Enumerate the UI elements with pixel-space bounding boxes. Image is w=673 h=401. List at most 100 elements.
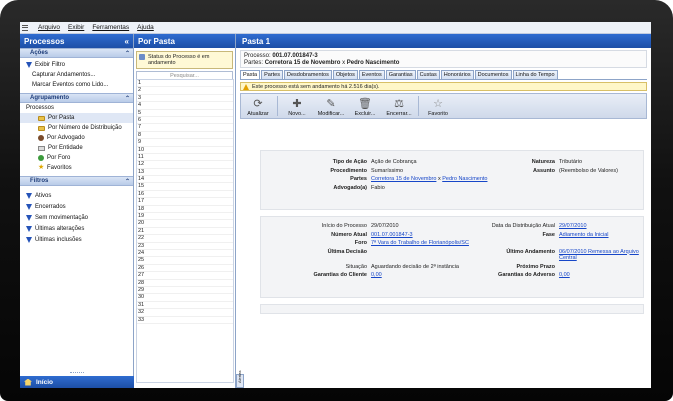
section-acoes-title: Ações — [30, 50, 49, 56]
folder-list-item[interactable]: 26 — [137, 265, 233, 273]
tab-objetos[interactable]: Objetos — [332, 70, 358, 79]
group-por-pasta[interactable]: Por Pasta — [20, 113, 133, 123]
filter-sem-movimentacao[interactable]: Sem movimentação — [20, 212, 133, 223]
folder-list-item[interactable]: 27 — [137, 272, 233, 280]
garantias-cliente-value[interactable]: 0,00 — [371, 272, 459, 279]
folder-list-item[interactable]: 18 — [137, 206, 233, 214]
inicio-label: Início — [36, 378, 53, 386]
ultimo-andamento-value[interactable]: 06/07/2010 Remessa ao Arquivo Central — [559, 249, 649, 262]
tipo-acao-label: Tipo de Ação — [332, 159, 367, 165]
folder-list-item[interactable]: 12 — [137, 161, 233, 169]
panel-splitter-grip[interactable] — [70, 372, 84, 374]
group-por-advogado[interactable]: Por Advogado — [20, 133, 133, 143]
folder-list-item[interactable]: 11 — [137, 154, 233, 162]
folder-list-item[interactable]: 5 — [137, 110, 233, 117]
group-por-entidade-label: Por Entidade — [48, 145, 83, 151]
folder-list-item[interactable]: 31 — [137, 302, 233, 310]
parte-a-link[interactable]: Corretora 15 de Novembro — [371, 176, 436, 182]
action-capturar-andamentos[interactable]: Capturar Andamentos... — [20, 70, 133, 80]
details-card-general: Tipo de Ação Ação de Cobrança Natureza T… — [260, 150, 644, 210]
numero-value[interactable]: 001.07.001847-3 — [371, 232, 459, 239]
section-acoes[interactable]: Ações ⌃ — [20, 48, 133, 58]
filter-ativos[interactable]: Ativos — [20, 190, 133, 201]
inicio-button[interactable]: Início — [20, 376, 134, 388]
action-exibir-filtro[interactable]: Exibir Filtro — [20, 60, 133, 70]
tab-documentos[interactable]: Documentos — [474, 70, 512, 79]
folder-list-item[interactable]: 4 — [137, 102, 233, 110]
natureza-label: Natureza — [531, 159, 555, 165]
filter-ultimas-alteracoes[interactable]: Últimas alterações — [20, 223, 133, 234]
folder-list-item[interactable]: 2 — [137, 87, 233, 95]
folder-list-item[interactable]: 14 — [137, 176, 233, 184]
folder-list-item[interactable]: 20 — [137, 220, 233, 228]
distribuicao-value[interactable]: 29/07/2010 — [559, 223, 649, 230]
group-por-foro[interactable]: Por Foro — [20, 153, 133, 163]
tree-root-processos[interactable]: Processos — [20, 103, 133, 113]
folder-list-item[interactable]: 23 — [137, 243, 233, 250]
folder-list-item[interactable]: 8 — [137, 132, 233, 140]
folder-list-item[interactable]: 21 — [137, 228, 233, 236]
chevron-up-icon[interactable]: ⌃ — [125, 178, 130, 185]
tab-custas[interactable]: Custas — [416, 70, 440, 79]
folder-list-item[interactable]: 9 — [137, 139, 233, 147]
folder-list-item[interactable]: 24 — [137, 250, 233, 258]
foro-value[interactable]: 7ª Vara do Trabalho de Florianópolis/SC — [371, 240, 649, 247]
folder-list-item[interactable]: 25 — [137, 257, 233, 265]
encerrar-button[interactable]: ⚖ Encerrar... — [384, 96, 414, 118]
system-menu-icon[interactable] — [22, 24, 28, 31]
section-filtros[interactable]: Filtros ⌃ — [20, 176, 133, 186]
inicio-value: 29/07/2010 — [371, 223, 399, 229]
novo-button[interactable]: ✚ Novo... — [282, 96, 312, 118]
folder-list-item[interactable]: 19 — [137, 213, 233, 221]
folder-list-item[interactable]: 29 — [137, 287, 233, 295]
chevron-up-icon[interactable]: ⌃ — [125, 50, 130, 57]
group-por-entidade[interactable]: Por Entidade — [20, 143, 133, 153]
star-icon: ★ — [38, 164, 45, 171]
favorito-button[interactable]: ☆ Favorito — [423, 96, 453, 118]
folder-list-item[interactable]: 32 — [137, 309, 233, 317]
collapse-left-button[interactable]: « — [125, 37, 129, 46]
parte-b-link[interactable]: Pedro Nascimento — [442, 176, 487, 182]
folder-list-item[interactable]: 7 — [137, 124, 233, 132]
folder-list-item[interactable]: 15 — [137, 183, 233, 191]
tab-honor-rios[interactable]: Honorários — [440, 70, 474, 79]
folder-list-item[interactable]: 17 — [137, 198, 233, 206]
section-agrupamento[interactable]: Agrupamento ⌃ — [20, 93, 133, 103]
group-favoritos[interactable]: ★ Favoritos — [20, 163, 133, 173]
alertas-side-tab[interactable]: Alertas — [236, 371, 244, 388]
garantias-adverso-value[interactable]: 0,00 — [559, 272, 649, 279]
tab-desdobramentos[interactable]: Desdobramentos — [283, 70, 332, 79]
folder-list-item[interactable]: 30 — [137, 294, 233, 302]
chevron-up-icon[interactable]: ⌃ — [125, 95, 130, 102]
folder-list-item[interactable]: 1 — [137, 80, 233, 88]
status-filter-text: Status do Processo é em andamento — [148, 54, 210, 66]
tab-garantias[interactable]: Garantias — [385, 70, 416, 79]
folder-list-item[interactable]: 33 — [137, 317, 233, 324]
tab-partes[interactable]: Partes — [261, 70, 283, 79]
folder-list-item[interactable]: 22 — [137, 235, 233, 243]
filter-ultimas-inclusoes[interactable]: Últimas inclusões — [20, 234, 133, 245]
folder-list-item[interactable]: 13 — [137, 169, 233, 177]
middle-panel-header: Por Pasta — [134, 34, 235, 48]
menu-ajuda[interactable]: Ajuda — [137, 24, 154, 31]
folder-list-item[interactable]: 6 — [137, 117, 233, 125]
fase-value[interactable]: Adiamento da Inicial — [559, 232, 649, 239]
folder-list-item[interactable]: 10 — [137, 147, 233, 154]
excluir-label: Excluir... — [354, 111, 376, 117]
tab-linha-do-tempo[interactable]: Linha do Tempo — [512, 70, 558, 79]
group-por-numero[interactable]: Por Número de Distribuição — [20, 123, 133, 133]
menu-ferramentas[interactable]: Ferramentas — [92, 24, 129, 31]
folder-list-item[interactable]: 28 — [137, 280, 233, 287]
tab-eventos[interactable]: Eventos — [358, 70, 385, 79]
filter-encerrados[interactable]: Encerrados — [20, 201, 133, 212]
atualizar-button[interactable]: ⟳ Atualizar — [243, 96, 273, 118]
menu-arquivo[interactable]: Arquivo — [38, 24, 60, 31]
excluir-button[interactable]: 🗑 Excluir... — [350, 96, 380, 118]
folder-list-item[interactable]: 16 — [137, 191, 233, 199]
tab-pasta[interactable]: Pasta — [240, 70, 261, 79]
action-marcar-eventos[interactable]: Marcar Eventos como Lido... — [20, 80, 133, 90]
folder-list-item[interactable]: 3 — [137, 95, 233, 103]
section-filtros-title: Filtros — [30, 178, 49, 184]
menu-exibir[interactable]: Exibir — [68, 24, 84, 31]
modificar-button[interactable]: ✎ Modificar... — [316, 96, 346, 118]
